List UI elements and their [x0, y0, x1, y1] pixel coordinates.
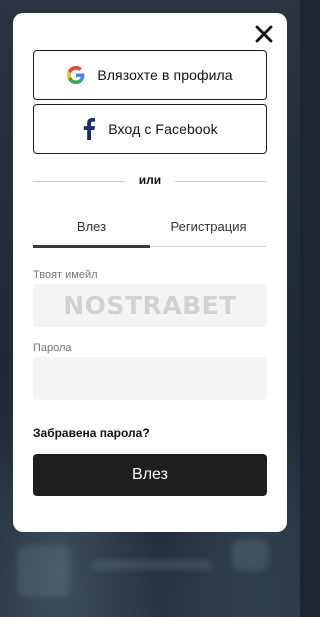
background-badge — [232, 540, 268, 570]
tab-register[interactable]: Регистрация — [150, 219, 267, 247]
login-submit-button[interactable]: Влез — [33, 454, 267, 496]
email-field[interactable] — [33, 284, 267, 327]
google-login-button[interactable]: Влязохте в профила — [33, 50, 267, 100]
close-icon — [255, 25, 273, 43]
background-thumbnail — [18, 545, 70, 597]
email-label: Твоят имейл — [33, 269, 98, 281]
login-modal: Влязохте в профила Вход с Facebook или В… — [13, 13, 287, 532]
facebook-icon — [84, 118, 96, 140]
facebook-login-label: Вход с Facebook — [108, 121, 218, 137]
forgot-password-link[interactable]: Забравена парола? — [33, 426, 150, 440]
active-tab-indicator — [33, 245, 150, 248]
close-button[interactable] — [252, 22, 276, 46]
auth-tabs: Влез Регистрация — [33, 213, 267, 248]
google-login-label: Влязохте в профила — [97, 67, 233, 83]
or-divider: или — [33, 173, 267, 189]
google-icon — [67, 66, 85, 84]
divider-line-right — [175, 181, 267, 182]
divider-text: или — [138, 173, 162, 187]
password-field[interactable] — [33, 357, 267, 400]
facebook-login-button[interactable]: Вход с Facebook — [33, 104, 267, 154]
background-text-line — [92, 560, 212, 570]
tab-login[interactable]: Влез — [33, 219, 150, 247]
password-label: Парола — [33, 342, 72, 354]
